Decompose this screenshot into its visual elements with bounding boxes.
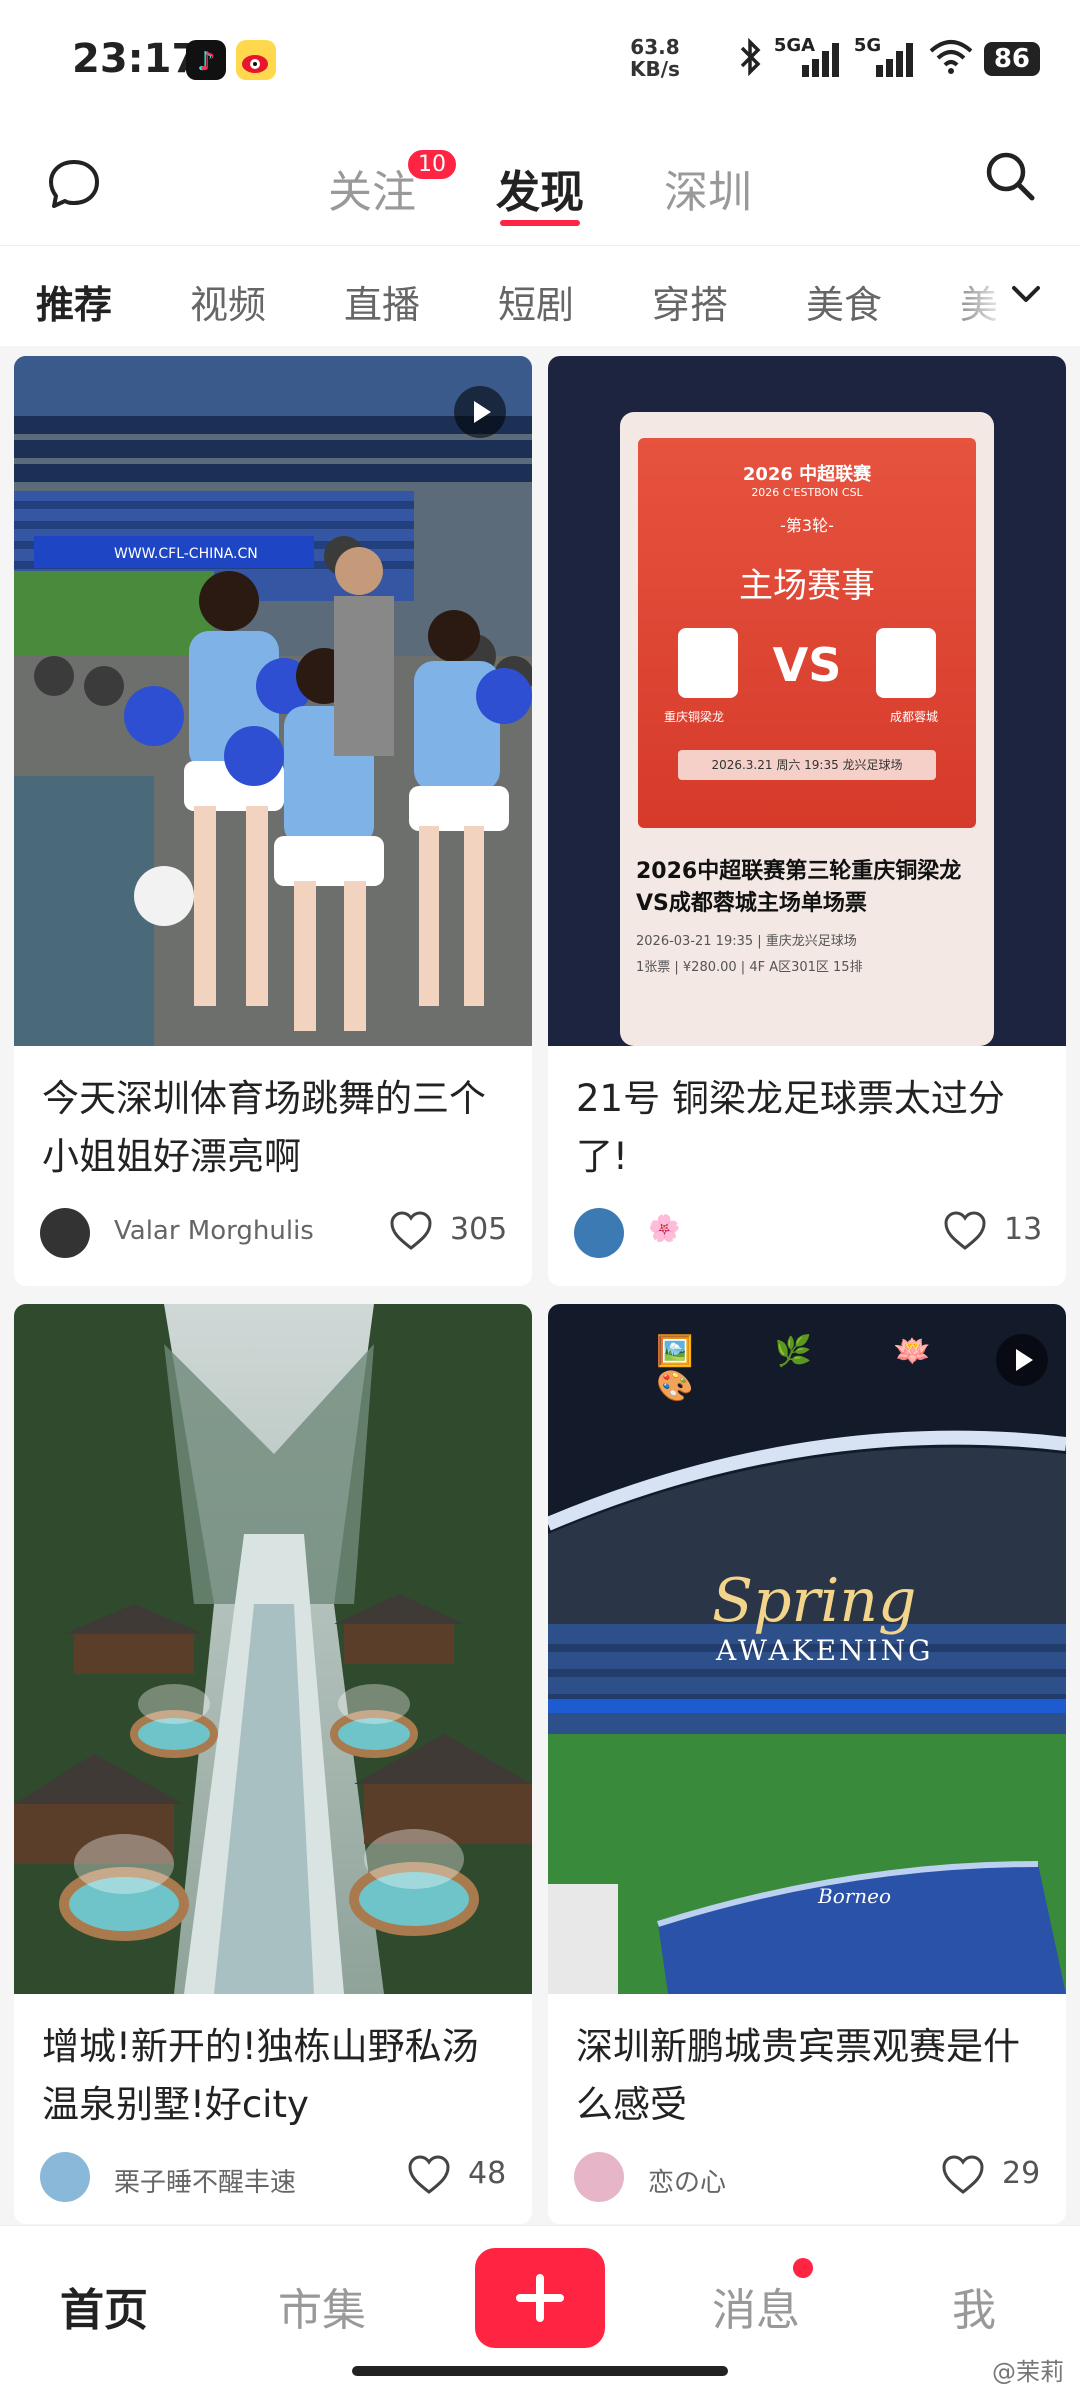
like-count: 29	[1002, 2156, 1041, 2191]
ticket-datetime: 2026.3.21 周六 19:35 龙兴足球场	[678, 750, 936, 780]
like-count: 305	[450, 1212, 508, 1247]
weibo-watermark: @茉莉	[992, 2358, 1064, 2386]
active-tab-indicator	[500, 220, 580, 226]
card-cover-hot-spring-valley	[14, 1304, 532, 1994]
feed-card[interactable]: 增城!新开的!独栋山野私汤温泉别墅!好city 栗子睡不醒丰速 48	[14, 1304, 532, 2224]
net-speed: 63.8 KB/s	[630, 36, 680, 80]
video-play-icon	[454, 386, 506, 438]
tab-local-city[interactable]: 深圳	[664, 156, 752, 220]
nav-messages[interactable]: 消息	[712, 2274, 800, 2338]
messages-unread-dot	[793, 2258, 813, 2278]
heart-icon[interactable]	[406, 2152, 452, 2202]
ticket-league: 2026 中超联赛	[742, 464, 872, 485]
nav-me[interactable]: 我	[952, 2274, 996, 2338]
feed-tabs: 关注 10 发现 深圳	[0, 120, 1080, 245]
overlay-subtitle: AWAKENING	[716, 1634, 934, 1667]
card-title[interactable]: 深圳新鹏城贵宾票观赛是什么感受	[576, 2018, 1046, 2134]
card-cover-stadium-night: Spring AWAKENING Borneo 🖼️ 🌿 🪷 🎨	[548, 1304, 1066, 1994]
card-title[interactable]: 今天深圳体育场跳舞的三个小姐姐好漂亮啊	[42, 1070, 512, 1186]
card-cover-stadium-cheerleaders: WWW.CFL-CHINA.CN	[14, 356, 532, 1046]
stadium-banner-text: Borneo	[818, 1884, 892, 1908]
home-indicator[interactable]	[352, 2366, 728, 2376]
wifi-icon	[928, 39, 974, 79]
feed-card[interactable]: 2026 中超联赛 2026 C'ESTBON CSL -第3轮- 主场赛事 V…	[548, 356, 1066, 1286]
tiktok-icon: ♪ ♪	[186, 40, 226, 80]
category-outfit[interactable]: 穿搭	[652, 274, 728, 329]
stadium-banner-text: WWW.CFL-CHINA.CN	[114, 546, 258, 562]
author-avatar[interactable]	[40, 2152, 90, 2202]
top-nav: 关注 10 发现 深圳	[0, 120, 1080, 245]
ticket-away-team: 成都蓉城	[890, 710, 939, 724]
bluetooth-icon	[736, 37, 764, 80]
status-bar: 23:17 ♪ ♪ 63.8 KB/s 5GA 5G 86	[0, 0, 1080, 120]
chevron-down-icon[interactable]	[1006, 274, 1046, 318]
category-video[interactable]: 视频	[190, 274, 266, 329]
nav-home[interactable]: 首页	[60, 2274, 148, 2338]
card-title[interactable]: 增城!新开的!独栋山野私汤温泉别墅!好city	[42, 2018, 512, 2134]
ticket-caption: 2026中超联赛第三轮重庆铜梁龙VS成都蓉城主场单场票	[636, 859, 962, 916]
card-cover-ticket: 2026 中超联赛 2026 C'ESTBON CSL -第3轮- 主场赛事 V…	[548, 356, 1066, 1046]
author-name[interactable]: Valar Morghulis	[114, 1216, 314, 1246]
card-title[interactable]: 21号 铜梁龙足球票太过分了!	[576, 1070, 1046, 1186]
create-post-button[interactable]	[475, 2248, 605, 2348]
weibo-icon	[236, 40, 276, 80]
ticket-home-team: 重庆铜梁龙	[664, 710, 725, 724]
category-food[interactable]: 美食	[806, 274, 882, 329]
feed-card[interactable]: WWW.CFL-CHINA.CN 今天深圳体育场跳舞的三个小姐姐好漂亮啊 Val…	[14, 356, 532, 1286]
plus-icon	[516, 2274, 564, 2322]
author-name[interactable]: 🌸	[648, 1214, 680, 1244]
ticket-detail-2: 1张票 | ¥280.00 | 4F A区301区 15排	[636, 960, 863, 975]
heart-icon[interactable]	[388, 1208, 434, 1258]
ticket-round: -第3轮-	[780, 516, 834, 535]
ticket-event: 主场赛事	[739, 566, 875, 606]
away-team-crest-icon	[876, 628, 936, 698]
signal-5ga-icon: 5GA	[774, 35, 844, 79]
category-short-drama[interactable]: 短剧	[498, 274, 574, 329]
category-bar: 推荐 视频 直播 短剧 穿搭 美食 美	[0, 245, 1080, 346]
author-avatar[interactable]	[574, 1208, 624, 1258]
status-time: 23:17	[72, 36, 200, 82]
status-icons: 5GA 5G 86	[736, 35, 1040, 80]
author-name[interactable]: 恋の心	[648, 2162, 726, 2199]
feed-card[interactable]: Spring AWAKENING Borneo 🖼️ 🌿 🪷 🎨 深圳新鹏城贵宾…	[548, 1304, 1066, 2224]
following-badge: 10	[406, 148, 458, 181]
ticket-detail-1: 2026-03-21 19:35 | 重庆龙兴足球场	[636, 934, 857, 949]
overlay-title: Spring	[712, 1566, 917, 1636]
net-speed-value: 63.8	[630, 35, 680, 59]
video-play-icon	[996, 1334, 1048, 1386]
svg-text:♪: ♪	[199, 47, 216, 77]
tab-discover[interactable]: 发现	[496, 156, 584, 220]
ticket-poster: 2026 中超联赛 2026 C'ESTBON CSL -第3轮- 主场赛事 V…	[638, 438, 976, 828]
like-count: 13	[1004, 1212, 1043, 1247]
signal-5g-icon: 5G	[854, 35, 918, 79]
net-speed-unit: KB/s	[630, 57, 680, 81]
category-recommend[interactable]: 推荐	[36, 274, 112, 329]
like-count: 48	[468, 2156, 507, 2191]
battery-indicator: 86	[983, 42, 1040, 76]
category-live[interactable]: 直播	[344, 274, 420, 329]
heart-icon[interactable]	[940, 2152, 986, 2202]
author-name[interactable]: 栗子睡不醒丰速	[114, 2162, 296, 2199]
author-avatar[interactable]	[40, 1208, 90, 1258]
tab-following[interactable]: 关注	[328, 156, 416, 220]
search-icon[interactable]	[980, 146, 1040, 210]
heart-icon[interactable]	[942, 1208, 988, 1258]
nav-market[interactable]: 市集	[278, 2274, 366, 2338]
author-avatar[interactable]	[574, 2152, 624, 2202]
ticket-league-en: 2026 C'ESTBON CSL	[751, 486, 863, 499]
